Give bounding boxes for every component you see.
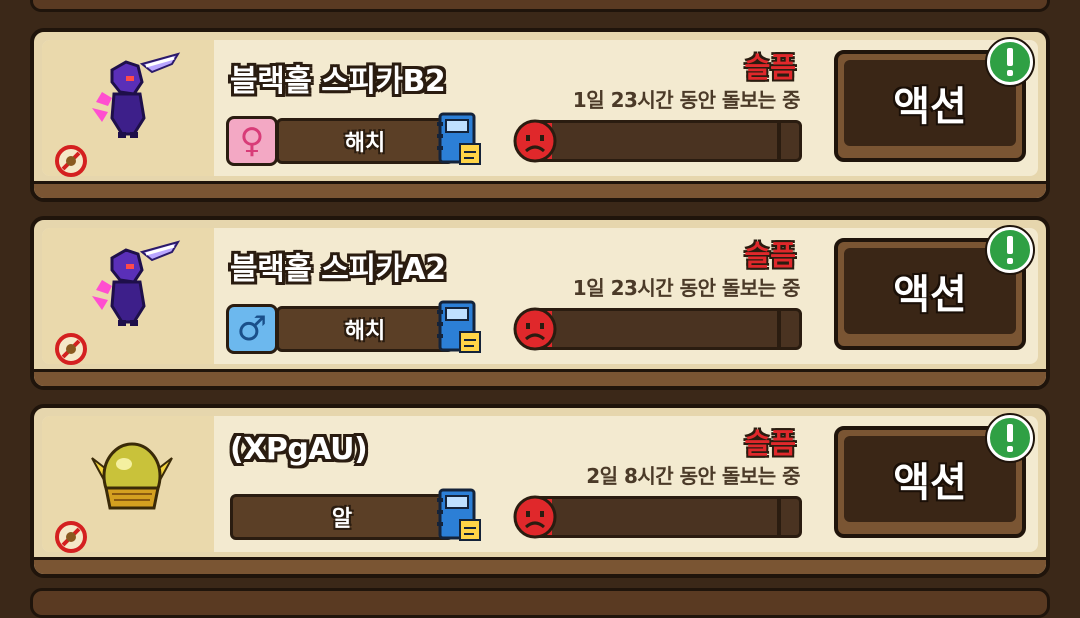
male-gender-icon: ♂ (226, 304, 278, 354)
no-breeding-icon (55, 521, 87, 553)
no-breeding-icon (55, 145, 87, 177)
next-card-edge (30, 588, 1050, 618)
alert-icon (985, 225, 1035, 275)
purple-dragon-sprite-icon (92, 52, 181, 138)
previous-card-edge (30, 0, 1050, 12)
mood-label: 슬픔 (744, 51, 796, 84)
sad-face-icon (513, 119, 557, 163)
care-time-text: 1일 23시간 동안 돌보는 중 (572, 88, 801, 112)
mood-bar-tick (777, 311, 781, 347)
mood-bar-tick (777, 499, 781, 535)
gender-symbol: ♀ (239, 121, 265, 161)
pet-portrait (42, 416, 214, 553)
growth-stage-label: 알 (230, 494, 454, 540)
purple-dragon-sprite-icon (92, 240, 181, 326)
mood-label: 슬픔 (744, 239, 796, 272)
journal-icon[interactable] (436, 300, 482, 356)
pet-name: (XPgAU) (230, 432, 368, 467)
growth-stage-label: 해치 (276, 118, 454, 164)
alert-icon (985, 37, 1035, 87)
care-time-text: 1일 23시간 동안 돌보는 중 (572, 276, 801, 300)
pet-portrait (42, 228, 214, 365)
alert-icon (985, 413, 1035, 463)
pet-card[interactable]: (XPgAU) 알 슬픔 2일 8시간 동안 돌보는 중 액션 (30, 404, 1050, 578)
journal-icon[interactable] (436, 112, 482, 168)
pet-card[interactable]: 블랙홀 스피카A2 ♂ 해치 슬픔 1일 23시간 동안 돌보는 중 액션 (30, 216, 1050, 390)
mood-bar-tick (777, 123, 781, 159)
mood-label: 슬픔 (744, 427, 796, 460)
pet-name: 블랙홀 스피카B2 (230, 64, 446, 99)
golden-egg-sprite-icon (91, 442, 173, 510)
pet-name: 블랙홀 스피카A2 (230, 252, 446, 287)
sad-face-icon (513, 495, 557, 539)
mood-bar (528, 496, 802, 538)
female-gender-icon: ♀ (226, 116, 278, 166)
no-breeding-icon (55, 333, 87, 365)
sad-face-icon (513, 307, 557, 351)
pet-portrait (42, 40, 214, 177)
growth-stage-label: 해치 (276, 306, 454, 352)
gender-symbol: ♂ (236, 309, 268, 349)
pet-card[interactable]: 블랙홀 스피카B2 ♀ 해치 슬픔 1일 23시간 동안 돌보는 중 액션 (30, 28, 1050, 202)
care-time-text: 2일 8시간 동안 돌보는 중 (586, 464, 800, 488)
mood-bar (528, 120, 802, 162)
journal-icon[interactable] (436, 488, 482, 544)
mood-bar (528, 308, 802, 350)
